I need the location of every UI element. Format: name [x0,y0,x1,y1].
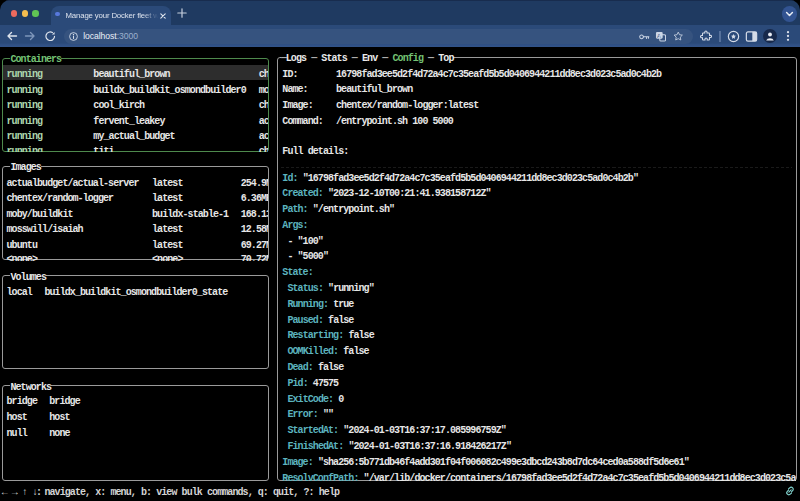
svg-text:A: A [657,32,661,38]
